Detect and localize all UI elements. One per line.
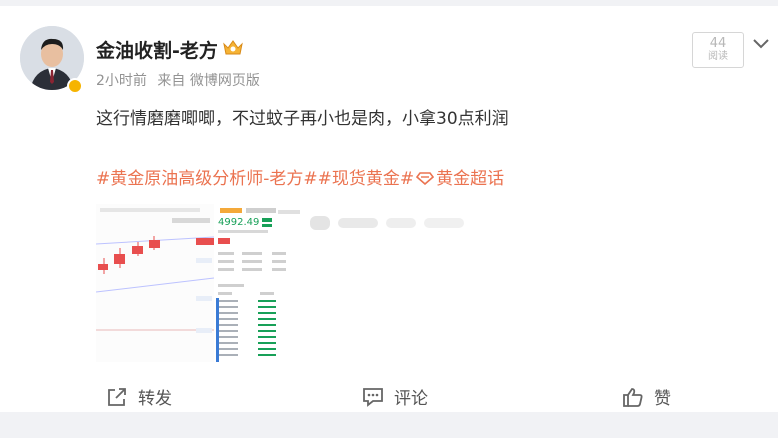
repost-button[interactable]: 转发: [106, 384, 172, 409]
super-topic-icon: [416, 172, 435, 185]
post-text: 这行情磨磨唧唧，不过蚊子再小也是肉，小拿30点利润: [96, 109, 509, 129]
repost-icon: [108, 387, 126, 406]
verified-badge-icon: [67, 78, 83, 94]
crown-icon[interactable]: [222, 38, 244, 58]
post-image-blurred[interactable]: [304, 212, 484, 234]
topic-tags: #黄金原油高级分析师-老方##现货黄金# 黄金超话: [96, 164, 504, 189]
post-card: 金油收割-老方 2小时前 来自 微博网页版 44 阅读 这行情磨磨唧唧，不过蚊子…: [0, 6, 778, 412]
author-name[interactable]: 金油收割-老方: [96, 36, 218, 63]
super-topic-tag[interactable]: 黄金超话: [436, 164, 504, 189]
repost-label: 转发: [138, 389, 172, 409]
post-image-chart[interactable]: 4992.49: [96, 204, 304, 362]
action-bar: 转发 评论 赞: [0, 372, 778, 418]
comment-icon: [363, 387, 383, 407]
like-label: 赞: [654, 389, 671, 409]
thumbs-up-icon: [623, 387, 643, 407]
like-button[interactable]: 赞: [622, 384, 671, 409]
post-time[interactable]: 2小时前: [96, 73, 147, 89]
chart-price: 4992.49: [218, 217, 259, 228]
chevron-down-icon[interactable]: [752, 36, 770, 50]
read-count: 44: [709, 36, 727, 51]
comment-button[interactable]: 评论: [362, 384, 428, 409]
read-count-box: 44 阅读: [692, 32, 744, 68]
topic-tag[interactable]: #黄金原油高级分析师-老方#: [96, 164, 318, 189]
read-label: 阅读: [708, 51, 728, 62]
topic-tag[interactable]: #现货黄金#: [318, 164, 415, 189]
comment-label: 评论: [394, 389, 428, 409]
post-meta: 2小时前 来自 微博网页版: [96, 70, 266, 90]
post-source: 来自 微博网页版: [157, 73, 260, 89]
